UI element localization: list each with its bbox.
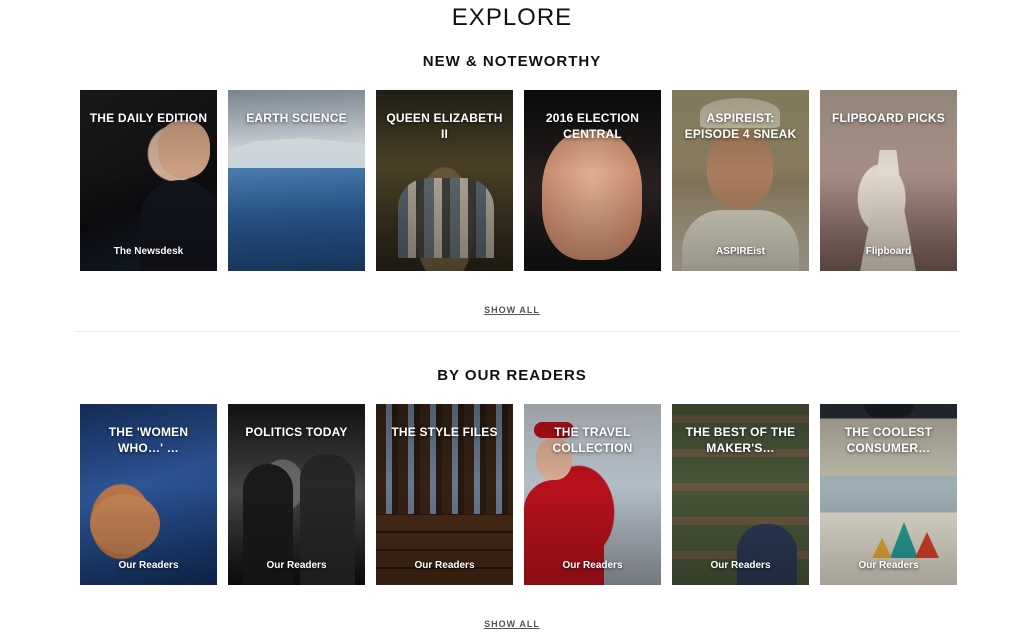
tile-title: THE COOLEST CONSUMER… (844, 425, 933, 455)
tile-aspireist[interactable]: ASPIREIST: EPISODE 4 SNEAK ASPIREist (672, 90, 809, 271)
section-divider (75, 331, 960, 332)
tile-title: FLIPBOARD PICKS (831, 111, 945, 125)
tile-author: Our Readers (414, 560, 475, 571)
tile-earth-science[interactable]: EARTH SCIENCE (228, 90, 365, 271)
tile-author: Our Readers (858, 560, 919, 571)
tile-author: Our Readers (266, 560, 327, 571)
tile-coolest-consumer[interactable]: THE COOLEST CONSUMER… Our Readers (820, 404, 957, 585)
tile-row-new-noteworthy: THE DAILY EDITION The Newsdesk EARTH SCI… (80, 90, 957, 271)
tile-women-who[interactable]: THE 'WOMEN WHO…' … Our Readers (80, 404, 217, 585)
tile-author: Flipboard (865, 246, 912, 257)
show-all-link-new-noteworthy[interactable]: SHOW ALL (0, 305, 1024, 315)
explore-page: EXPLORE NEW & NOTEWORTHY THE DAILY EDITI… (0, 0, 1024, 633)
tile-queen-elizabeth[interactable]: QUEEN ELIZABETH II (376, 90, 513, 271)
tile-title: ASPIREIST: EPISODE 4 SNEAK (684, 111, 797, 141)
section-title-new-noteworthy: NEW & NOTEWORTHY (422, 53, 602, 70)
tile-travel-collection[interactable]: THE TRAVEL COLLECTION Our Readers (524, 404, 661, 585)
show-all-label[interactable]: SHOW ALL (484, 305, 540, 315)
tile-title: EARTH SCIENCE (246, 111, 347, 125)
tile-election-central[interactable]: 2016 ELECTION CENTRAL (524, 90, 661, 271)
tile-author: Our Readers (118, 560, 179, 571)
page-title: EXPLORE (451, 4, 573, 31)
tile-title: THE TRAVEL COLLECTION (552, 425, 633, 455)
tile-title: POLITICS TODAY (245, 425, 348, 439)
tile-author: The Newsdesk (113, 246, 184, 257)
tile-makers[interactable]: THE BEST OF THE MAKER'S… Our Readers (672, 404, 809, 585)
tile-author: Our Readers (710, 560, 771, 571)
tile-title: THE BEST OF THE MAKER'S… (685, 425, 796, 455)
tile-title: QUEEN ELIZABETH II (386, 111, 503, 141)
tile-title: THE STYLE FILES (391, 425, 498, 439)
tile-row-by-our-readers: THE 'WOMEN WHO…' … Our Readers POLITICS … (80, 404, 957, 585)
show-all-label[interactable]: SHOW ALL (484, 619, 540, 629)
tile-style-files[interactable]: THE STYLE FILES Our Readers (376, 404, 513, 585)
tile-flipboard-picks[interactable]: FLIPBOARD PICKS Flipboard (820, 90, 957, 271)
section-title-by-our-readers: BY OUR READERS (437, 367, 587, 384)
tile-title: THE 'WOMEN WHO…' … (108, 425, 189, 455)
tile-title: 2016 ELECTION CENTRAL (545, 111, 640, 141)
tile-daily-edition[interactable]: THE DAILY EDITION The Newsdesk (80, 90, 217, 271)
tile-title: THE DAILY EDITION (89, 111, 208, 125)
tile-politics-today[interactable]: POLITICS TODAY Our Readers (228, 404, 365, 585)
show-all-link-by-our-readers[interactable]: SHOW ALL (0, 619, 1024, 629)
tile-author: Our Readers (562, 560, 623, 571)
tile-author: ASPIREist (716, 246, 765, 257)
